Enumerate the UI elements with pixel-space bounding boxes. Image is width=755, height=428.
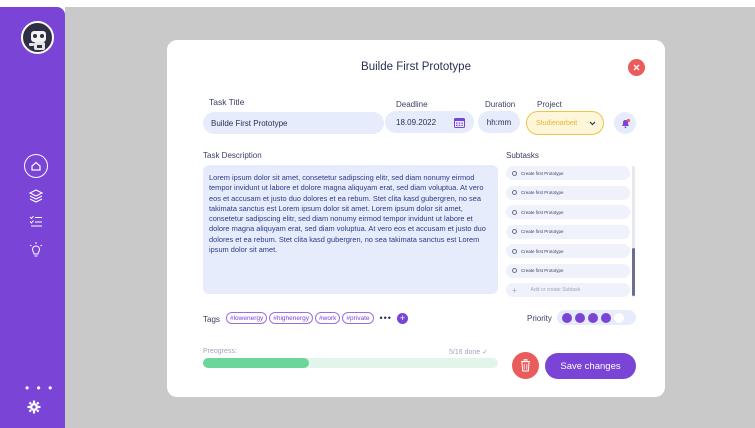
avatar[interactable] <box>21 21 54 54</box>
project-label: Project <box>537 100 562 109</box>
task-title-label: Task Title <box>209 97 245 107</box>
subtask-item[interactable]: Create first Prototype <box>506 263 630 278</box>
subtask-label: Create first Prototype <box>521 190 564 195</box>
modal-title: Builde First Prototype <box>361 61 471 73</box>
save-changes-button[interactable]: Save changes <box>545 353 636 379</box>
deadline-field[interactable]: 18.09.2022 <box>385 111 474 133</box>
subtask-label: Create first Prototype <box>521 248 564 254</box>
priority-dot[interactable] <box>614 312 624 323</box>
duration-input[interactable]: hh:mm <box>478 111 520 133</box>
progress-bar-fill <box>203 358 310 368</box>
delete-button[interactable] <box>512 352 539 379</box>
priority-dot[interactable] <box>601 312 611 323</box>
subtask-scrollbar-thumb[interactable] <box>632 248 635 296</box>
more-tags-button[interactable]: ••• <box>380 313 392 323</box>
duration-label: Duration <box>485 100 516 109</box>
priority-selector[interactable] <box>557 310 636 325</box>
settings-gear-icon[interactable] <box>27 400 41 419</box>
tags-label: Tags <box>203 315 220 324</box>
reminder-button[interactable] <box>614 112 636 134</box>
tag-chip[interactable]: #work <box>315 312 341 324</box>
chevron-down-icon <box>589 121 596 125</box>
subtask-label: Create first Prototype <box>521 209 564 215</box>
subtask-label: Create first Prototype <box>521 170 564 176</box>
plus-icon: + <box>512 285 517 295</box>
deadline-label: Deadline <box>396 100 428 109</box>
checkbox-circle-icon[interactable] <box>512 229 517 234</box>
add-subtask-input[interactable]: + Add or create Subtask <box>506 283 630 297</box>
priority-dot[interactable] <box>588 312 598 323</box>
task-description-textarea[interactable]: Lorem ipsum dolor sit amet, consetetur s… <box>203 165 498 294</box>
nav-home-icon[interactable] <box>24 154 48 178</box>
deadline-value: 18.09.2022 <box>396 117 437 127</box>
app-root: • • • Builde First Prototype Task Title … <box>0 0 755 428</box>
checkbox-circle-icon[interactable] <box>512 170 517 176</box>
trash-icon <box>521 359 530 372</box>
tag-chip[interactable]: #private <box>342 312 374 324</box>
priority-label: Priority <box>527 314 552 323</box>
nav-checklist-icon[interactable] <box>25 210 47 232</box>
project-selected-value: Studienarbeit <box>536 119 578 127</box>
subtask-item[interactable]: Create first Prototype <box>506 205 630 219</box>
checkbox-circle-icon[interactable] <box>512 268 517 273</box>
subtask-list: Create first Prototype Create first Prot… <box>506 166 630 303</box>
subtask-label: Create first Prototype <box>521 268 564 273</box>
sidebar: • • • <box>0 7 65 428</box>
project-select[interactable]: Studienarbeit <box>526 111 604 135</box>
tag-chip[interactable]: #highenergy <box>269 312 314 324</box>
progress-label: Preogress: <box>203 348 237 355</box>
subtask-item[interactable]: Create first Prototype <box>506 166 630 180</box>
priority-dot[interactable] <box>575 312 585 323</box>
bell-icon <box>621 118 630 128</box>
add-tag-button[interactable]: + <box>396 312 408 324</box>
main-overlay: Builde First Prototype Task Title Builde… <box>65 7 755 428</box>
task-modal: Builde First Prototype Task Title Builde… <box>167 40 665 397</box>
tag-chip[interactable]: #lowenergy <box>226 312 268 324</box>
checkbox-circle-icon[interactable] <box>512 190 517 195</box>
close-button[interactable] <box>628 59 645 76</box>
sidebar-more-dots[interactable]: • • • <box>25 381 54 395</box>
calendar-icon[interactable] <box>454 117 465 128</box>
checkbox-circle-icon[interactable] <box>512 209 517 215</box>
subtask-item[interactable]: Create first Prototype <box>506 244 630 258</box>
subtasks-label: Subtasks <box>506 151 539 160</box>
plus-icon: + <box>399 313 406 323</box>
priority-dot[interactable] <box>562 312 572 323</box>
robot-avatar-icon <box>29 31 46 50</box>
progress-done-text: 5/16 done ✓ <box>449 349 488 356</box>
progress-bar <box>203 358 498 368</box>
subtask-item[interactable]: Create first Prototype <box>506 185 630 200</box>
close-icon <box>633 64 640 71</box>
nav-layers-icon[interactable] <box>25 185 47 207</box>
checkbox-circle-icon[interactable] <box>512 248 517 254</box>
task-description-label: Task Description <box>203 151 262 160</box>
nav-lightbulb-icon[interactable] <box>25 239 47 261</box>
task-title-input[interactable]: Builde First Prototype <box>203 112 384 134</box>
tag-list: #lowenergy #highenergy #work #private ••… <box>226 312 408 324</box>
add-subtask-placeholder: Add or create Subtask <box>530 287 581 293</box>
subtask-label: Create first Prototype <box>521 229 564 234</box>
subtask-item[interactable]: Create first Prototype <box>506 224 630 239</box>
